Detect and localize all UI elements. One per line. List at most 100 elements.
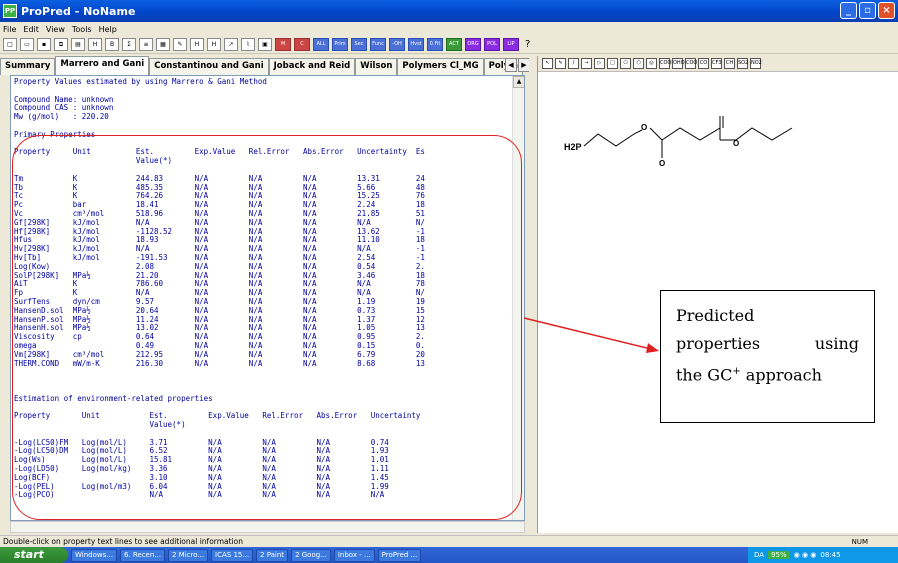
- taskbar-item-paint[interactable]: 2 Paint: [256, 548, 289, 562]
- pencil-icon[interactable]: ✎: [555, 58, 566, 69]
- graph-icon[interactable]: ⌇: [241, 38, 255, 51]
- menu-bar: File Edit View Tools Help: [0, 22, 898, 36]
- callout-line1: Predicted: [676, 306, 755, 325]
- tab-wilson[interactable]: Wilson: [355, 58, 398, 75]
- taskbar-item-icas[interactable]: ICAS 15...: [211, 548, 254, 562]
- hexagon-icon[interactable]: ⬡: [633, 58, 644, 69]
- window-titlebar[interactable]: PP ProPred - NoName _ ▫ ×: [0, 0, 898, 22]
- copy-icon[interactable]: ⧉: [54, 38, 68, 51]
- open-folder-icon[interactable]: ▭: [20, 38, 34, 51]
- text-line[interactable]: Mw (g/mol) : 220.20: [14, 112, 425, 122]
- tab-bar: Summary Marrero and Gani Constantinou an…: [0, 56, 532, 75]
- taskbar-item-windows[interactable]: Windows...: [71, 548, 117, 562]
- triangle-icon[interactable]: ▷: [594, 58, 605, 69]
- minimize-button[interactable]: _: [840, 2, 857, 19]
- ring-icon[interactable]: ◎: [646, 58, 657, 69]
- hvst-button[interactable]: Hvst: [408, 38, 424, 51]
- cf3-icon[interactable]: CF3: [711, 58, 722, 69]
- sum-icon[interactable]: Σ: [122, 38, 136, 51]
- menu-help[interactable]: Help: [99, 25, 117, 34]
- horizontal-scrollbar[interactable]: [10, 521, 525, 533]
- sort-icon[interactable]: ≡: [139, 38, 153, 51]
- act-button[interactable]: ACT: [446, 38, 462, 51]
- h2p-label: H2P: [564, 142, 582, 152]
- hvap-icon[interactable]: H: [88, 38, 102, 51]
- tab-marrero-gani[interactable]: Marrero and Gani: [55, 56, 150, 75]
- pane-divider[interactable]: [529, 56, 537, 533]
- taskbar-item-recent[interactable]: 6. Recen...: [119, 548, 165, 562]
- print-icon[interactable]: ▣: [258, 38, 272, 51]
- callout-line3b: approach: [740, 365, 822, 385]
- select-arrow-icon[interactable]: ↖: [542, 58, 553, 69]
- arrow-icon[interactable]: →: [581, 58, 592, 69]
- highlight-annotation: [12, 135, 522, 520]
- no2-icon[interactable]: NO2: [750, 58, 762, 69]
- square-icon[interactable]: □: [607, 58, 618, 69]
- prim-button[interactable]: Prim: [332, 38, 348, 51]
- oh-button[interactable]: -OH: [389, 38, 405, 51]
- menu-edit[interactable]: Edit: [23, 25, 39, 34]
- window-title: ProPred - NoName: [21, 4, 136, 18]
- line-icon[interactable]: /: [568, 58, 579, 69]
- paste-icon[interactable]: ▤: [71, 38, 85, 51]
- cooh-icon[interactable]: COOH: [659, 58, 675, 69]
- bold-icon[interactable]: B: [105, 38, 119, 51]
- tab-joback-reid[interactable]: Joback and Reid: [268, 58, 356, 75]
- taskbar-item-inbox[interactable]: Inbox - ...: [333, 548, 375, 562]
- menu-view[interactable]: View: [46, 25, 65, 34]
- oxygen-label-4: O: [733, 139, 739, 148]
- save-icon[interactable]: ▪: [37, 38, 51, 51]
- taskbar-item-propred[interactable]: ProPred ...: [377, 548, 422, 562]
- help-icon[interactable]: ?: [525, 39, 530, 50]
- menu-tools[interactable]: Tools: [72, 25, 92, 34]
- app-icon: PP: [3, 4, 17, 18]
- pentagon-icon[interactable]: ⬠: [620, 58, 631, 69]
- zoom-badge: 95%: [768, 551, 790, 559]
- mw-icon[interactable]: M: [275, 38, 291, 51]
- oxygen-label-2: O: [659, 159, 665, 168]
- taskbar-item-micro[interactable]: 2 Micro...: [167, 548, 209, 562]
- language-indicator[interactable]: DA: [754, 551, 764, 559]
- so2-icon[interactable]: SO2: [737, 58, 748, 69]
- tab-summary[interactable]: Summary: [0, 58, 56, 75]
- all-button[interactable]: ALL: [313, 38, 329, 51]
- taskbar-item-google[interactable]: 2 Goog...: [291, 548, 331, 562]
- tab-polymers-cl-mg[interactable]: Polymers Cl_MG: [397, 58, 484, 75]
- toolbar: □ ▭ ▪ ⧉ ▤ H B Σ ≡ ▦ ✎ H H ↗ ⌇ ▣ M C ALL …: [0, 36, 898, 54]
- org-button[interactable]: ORG: [465, 38, 481, 51]
- lip-button[interactable]: LIP: [503, 38, 519, 51]
- new-file-icon[interactable]: □: [3, 38, 17, 51]
- tools-icon[interactable]: ✎: [173, 38, 187, 51]
- clock: 08:45: [820, 551, 841, 559]
- start-button[interactable]: start: [0, 547, 68, 563]
- callout-line2b: using: [814, 334, 859, 353]
- close-button[interactable]: ×: [878, 2, 895, 19]
- hvap2-icon[interactable]: H: [207, 38, 221, 51]
- menu-file[interactable]: File: [3, 25, 16, 34]
- callout-box: Predicted properties using the GC+ approa…: [660, 290, 875, 423]
- coo-icon[interactable]: COO: [685, 58, 697, 69]
- sec-button[interactable]: Sec: [351, 38, 367, 51]
- callout-sup: +: [732, 366, 741, 377]
- fit-button[interactable]: 0.Fit: [427, 38, 443, 51]
- ch-icon[interactable]: CH: [724, 58, 735, 69]
- func-button[interactable]: Func: [370, 38, 386, 51]
- text-line[interactable]: Property Values estimated by using Marre…: [14, 77, 425, 87]
- trend-icon[interactable]: ↗: [224, 38, 238, 51]
- co-icon[interactable]: CO: [698, 58, 709, 69]
- maximize-button[interactable]: ▫: [859, 2, 876, 19]
- tab-constantinou-gani[interactable]: Constantinou and Gani: [149, 58, 269, 75]
- pol-button[interactable]: POL: [484, 38, 500, 51]
- oho-icon[interactable]: OHO: [672, 58, 685, 69]
- hfus-icon[interactable]: H: [190, 38, 204, 51]
- status-text: Double-click on property text lines to s…: [3, 537, 244, 546]
- crit-icon[interactable]: C: [294, 38, 310, 51]
- oxygen-label-1: O: [641, 123, 647, 132]
- tab-scroll-left-icon[interactable]: ◀: [505, 58, 517, 72]
- system-tray: DA 95% ◉ ◉ ◉ 08:45: [748, 547, 898, 563]
- callout-line2a: properties: [676, 334, 761, 353]
- molecule-structure: H2P O O O O: [564, 116, 793, 168]
- scroll-up-icon[interactable]: ▲: [513, 76, 524, 88]
- status-bar: Double-click on property text lines to s…: [0, 535, 898, 547]
- chart-icon[interactable]: ▦: [156, 38, 170, 51]
